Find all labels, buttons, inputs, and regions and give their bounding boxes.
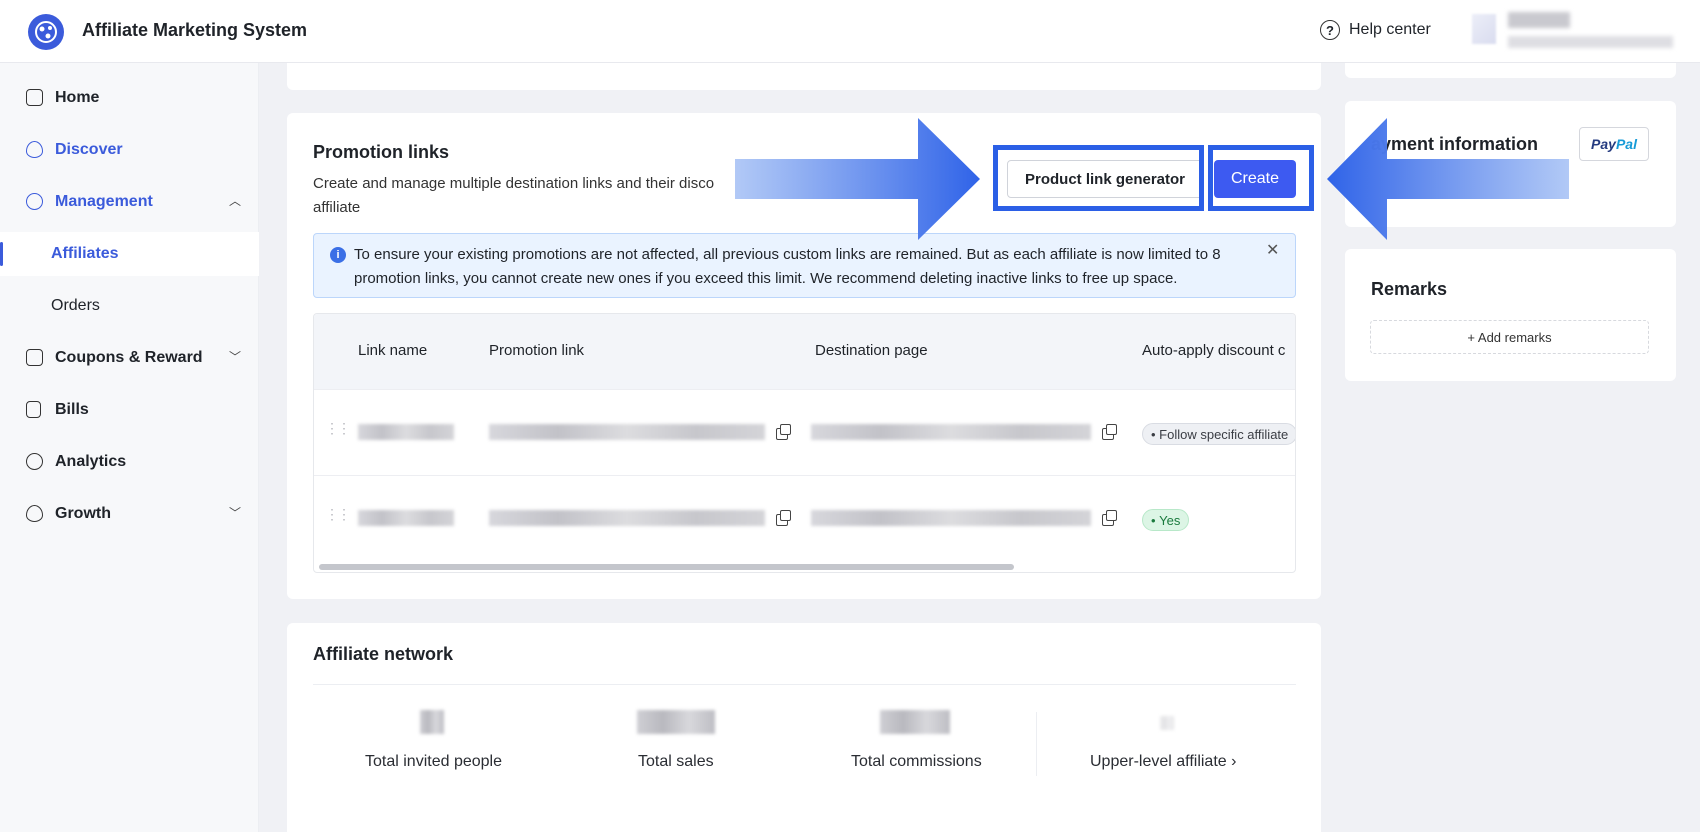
horizontal-scrollbar[interactable] xyxy=(319,564,1014,570)
link-name-redacted xyxy=(358,424,454,440)
paypal-logo: Pay Pal xyxy=(1579,127,1649,161)
user-email-redacted xyxy=(1508,36,1673,48)
column-header: Destination page xyxy=(815,342,928,359)
sidebar-item-label: Affiliates xyxy=(51,245,119,262)
question-icon: ? xyxy=(1320,20,1340,40)
total-commissions-value-redacted xyxy=(880,710,950,734)
sidebar-item-label: Analytics xyxy=(55,453,127,470)
promotion-link-redacted xyxy=(489,510,765,526)
product-link-generator-button[interactable]: Product link generator xyxy=(1007,160,1203,198)
sidebar-item-affiliates[interactable]: Affiliates xyxy=(0,232,259,276)
home-icon xyxy=(26,89,43,106)
total-sales-value-redacted xyxy=(637,710,715,734)
destination-page-redacted xyxy=(811,510,1091,526)
chevron-down-icon: ﹀ xyxy=(229,350,242,364)
user-name-redacted xyxy=(1508,12,1570,28)
sidebar-item-bills[interactable]: Bills xyxy=(0,388,259,432)
help-center-link[interactable]: ? Help center xyxy=(1320,20,1431,40)
sidebar-item-analytics[interactable]: Analytics xyxy=(0,440,259,484)
copy-icon[interactable] xyxy=(776,510,791,526)
sidebar-item-orders[interactable]: Orders xyxy=(0,284,259,328)
table-row[interactable]: ⋮⋮ • Follow specific affiliate xyxy=(314,389,1295,475)
payment-information-card xyxy=(1345,101,1676,227)
sidebar-item-label: Coupons & Reward xyxy=(55,349,203,366)
column-header: Promotion link xyxy=(489,342,585,359)
previous-card xyxy=(287,63,1321,90)
remarks-card xyxy=(1345,249,1676,381)
column-header: Link name xyxy=(358,342,428,359)
gift-icon xyxy=(26,349,43,366)
affiliate-network-title: Affiliate network xyxy=(313,644,454,664)
create-button[interactable]: Create xyxy=(1214,160,1296,198)
copy-icon[interactable] xyxy=(776,424,791,440)
copy-icon[interactable] xyxy=(1102,424,1117,440)
flame-icon xyxy=(26,505,43,522)
table-header: Link name Promotion link Destination pag… xyxy=(314,314,1295,389)
notice-text: To ensure your existing promotions are n… xyxy=(354,246,1221,287)
divider xyxy=(1036,712,1037,776)
drag-handle-icon[interactable]: ⋮⋮ xyxy=(325,420,351,437)
close-icon[interactable]: ✕ xyxy=(1266,240,1279,260)
sidebar-item-coupons-reward[interactable]: Coupons & Reward ﹀ xyxy=(0,336,259,380)
stat-label-total-commissions: Total commissions xyxy=(851,753,982,770)
previous-right-card xyxy=(1345,63,1676,78)
sidebar-item-label: Management xyxy=(55,193,153,210)
upper-level-value-redacted xyxy=(1160,716,1174,730)
stat-label-total-invited: Total invited people xyxy=(365,753,502,770)
table-row[interactable]: ⋮⋮ • Yes xyxy=(314,475,1295,561)
sidebar-item-label: Discover xyxy=(55,141,123,158)
chevron-up-icon: ︿ xyxy=(229,194,242,208)
drag-handle-icon[interactable]: ⋮⋮ xyxy=(325,506,351,523)
payment-information-title: ayment information xyxy=(1371,134,1539,154)
remarks-title: Remarks xyxy=(1371,279,1448,299)
promotion-link-redacted xyxy=(489,424,765,440)
promotion-links-title: Promotion links xyxy=(313,142,450,162)
divider xyxy=(313,684,1296,685)
promotion-links-description: Create and manage multiple destination l… xyxy=(313,175,715,216)
top-bar: Affiliate Marketing System ? Help center xyxy=(0,0,1700,63)
status-badge: • Yes xyxy=(1142,509,1190,531)
help-center-label: Help center xyxy=(1349,21,1431,38)
sidebar-item-label: Home xyxy=(55,89,100,106)
sidebar-item-label: Orders xyxy=(51,297,100,314)
bill-icon xyxy=(26,401,41,418)
column-header: Auto-apply discount c xyxy=(1142,342,1286,359)
status-badge: • Follow specific affiliate xyxy=(1142,423,1295,445)
user-icon xyxy=(26,193,43,210)
pie-chart-icon xyxy=(26,453,43,470)
info-icon: i xyxy=(330,247,346,263)
link-name-redacted xyxy=(358,510,454,526)
app-logo-icon[interactable] xyxy=(28,14,64,50)
app-title: Affiliate Marketing System xyxy=(82,20,308,40)
sidebar-item-home[interactable]: Home xyxy=(0,76,259,120)
sidebar-item-label: Growth xyxy=(55,505,111,522)
avatar[interactable] xyxy=(1472,14,1496,44)
flame-icon xyxy=(26,141,43,158)
promotion-links-table: Link name Promotion link Destination pag… xyxy=(313,313,1296,573)
destination-page-redacted xyxy=(811,424,1091,440)
upper-level-affiliate-link[interactable]: Upper-level affiliate › xyxy=(1090,753,1236,771)
stat-label-total-sales: Total sales xyxy=(638,753,714,770)
copy-icon[interactable] xyxy=(1102,510,1117,526)
add-remarks-button[interactable]: + Add remarks xyxy=(1370,320,1649,354)
info-notice: i To ensure your existing promotions are… xyxy=(313,233,1296,298)
total-invited-value-redacted xyxy=(420,710,444,734)
sidebar-item-discover[interactable]: Discover xyxy=(0,128,259,172)
sidebar-item-label: Bills xyxy=(55,401,89,418)
chevron-down-icon: ﹀ xyxy=(229,506,242,520)
sidebar-item-management[interactable]: Management ︿ xyxy=(0,180,259,224)
sidebar-item-growth[interactable]: Growth ﹀ xyxy=(0,492,259,536)
sidebar: Home Discover Management ︿ Affiliates Or… xyxy=(0,63,259,832)
